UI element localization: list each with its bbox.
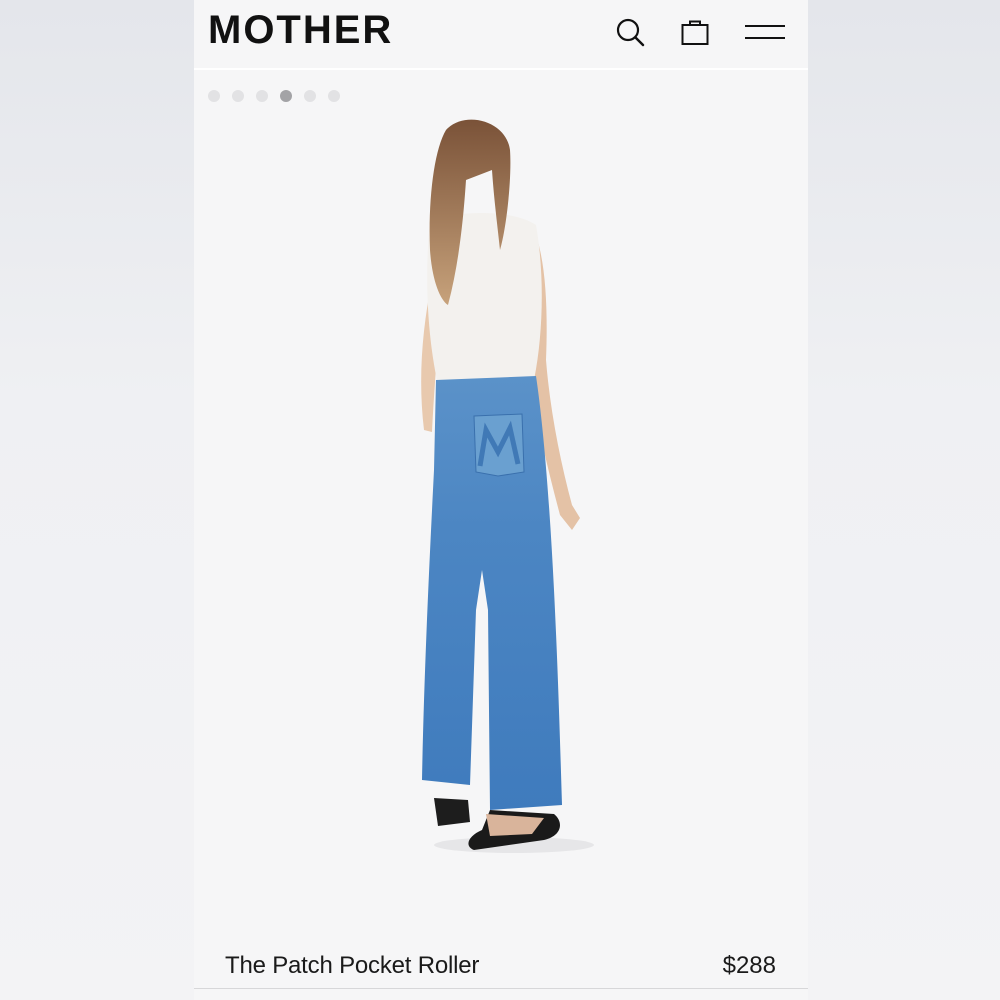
search-icon — [616, 18, 645, 47]
search-button[interactable] — [610, 12, 650, 52]
background-left-margin — [0, 0, 194, 1000]
product-image[interactable] — [394, 110, 614, 860]
carousel-dot[interactable] — [280, 90, 292, 102]
carousel-dot[interactable] — [328, 90, 340, 102]
carousel-indicator — [208, 89, 340, 103]
carousel-dot[interactable] — [208, 90, 220, 102]
product-title[interactable]: The Patch Pocket Roller — [225, 952, 479, 980]
carousel-dot[interactable] — [256, 90, 268, 102]
product-info-bar: The Patch Pocket Roller $288 — [194, 944, 808, 989]
hamburger-menu-icon — [745, 25, 785, 39]
shopping-bag-icon — [681, 20, 709, 45]
left-sandal — [434, 798, 470, 826]
product-price: $288 — [722, 952, 776, 979]
cart-button[interactable] — [675, 12, 715, 52]
site-header: MOTHER — [194, 0, 808, 70]
brand-logo[interactable]: MOTHER — [208, 6, 393, 54]
carousel-dot[interactable] — [304, 90, 316, 102]
carousel-dot[interactable] — [232, 90, 244, 102]
menu-button[interactable] — [742, 12, 788, 52]
phone-screen: MOTHER The Patch Pocket Roller $288 — [194, 0, 808, 1000]
background-right-margin — [808, 0, 1000, 1000]
